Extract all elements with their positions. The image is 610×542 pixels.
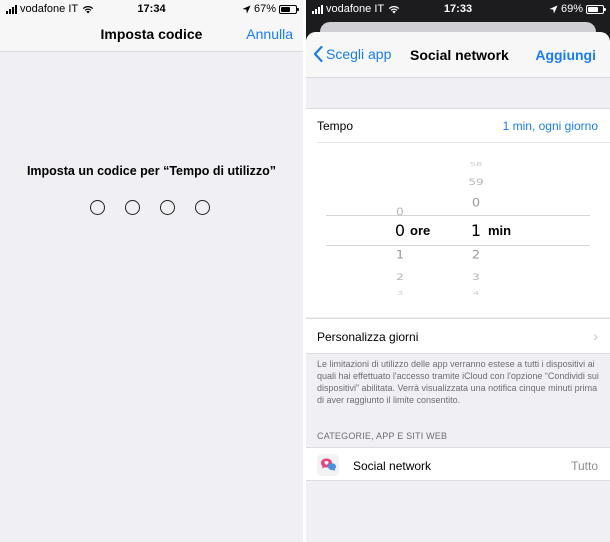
category-row[interactable]: Social network Tutto [306, 447, 610, 481]
battery-percent: 69% [560, 3, 583, 15]
passcode-dot [90, 200, 105, 215]
location-arrow-icon [549, 4, 558, 14]
carrier-label: vodafone IT [326, 3, 385, 15]
time-limit-value: 1 min, ogni giorno [502, 119, 598, 133]
custom-days-label: Personalizza giorni [317, 330, 419, 344]
row-separator [317, 142, 610, 143]
wifi-icon [82, 5, 94, 13]
battery-percent: 67% [253, 3, 276, 15]
chevron-left-icon [313, 46, 323, 62]
footnote-text: Le limitazioni di utilizzo delle app ver… [317, 359, 599, 405]
battery-fill [588, 6, 598, 12]
add-button[interactable]: Aggiungi [535, 47, 596, 63]
signal-icon [6, 4, 17, 14]
status-bar: vodafone IT 17:33 69% [306, 0, 610, 18]
picker-minute-item[interactable]: 0 [466, 197, 486, 211]
picker-hour-selected[interactable]: 0 [390, 221, 410, 240]
minutes-unit-label: min [488, 223, 512, 238]
carrier-label: vodafone IT [20, 3, 79, 15]
status-bar: vodafone IT 17:34 67% [0, 0, 303, 18]
passcode-prompt: Imposta un codice per “Tempo di utilizzo… [26, 164, 277, 178]
passcode-screen: vodafone IT 17:34 67% Imposta codice Ann… [0, 0, 303, 542]
passcode-dot [195, 200, 210, 215]
picker-hour-item[interactable]: 3 [390, 290, 410, 296]
navigation-bar: Imposta codice Annulla [0, 18, 303, 52]
signal-icon [312, 4, 323, 14]
social-network-icon [317, 454, 339, 476]
page-title: Social network [410, 47, 509, 63]
picker-minute-item[interactable]: 3 [466, 272, 486, 283]
custom-days-row[interactable]: Personalizza giorni › [306, 318, 610, 354]
picker-minute-item[interactable]: 4 [466, 290, 486, 296]
passcode-entry[interactable] [90, 200, 210, 215]
wifi-icon [388, 5, 400, 13]
navigation-bar: Scegli app Social network Aggiungi [306, 32, 610, 78]
time-limit-row[interactable]: Tempo 1 min, ogni giorno [306, 108, 610, 142]
back-button-label: Scegli app [326, 46, 392, 62]
picker-minute-item[interactable]: 58 [466, 161, 486, 167]
battery-icon [279, 4, 299, 14]
battery-icon [586, 4, 606, 14]
picker-minute-item[interactable]: 59 [466, 177, 486, 188]
hours-unit-label: ore [410, 223, 431, 238]
picker-selection-band [326, 215, 590, 246]
chevron-right-icon: › [593, 328, 598, 344]
picker-minute-item[interactable]: 2 [466, 249, 486, 263]
passcode-dot [160, 200, 175, 215]
picker-hour-item[interactable]: 0 [390, 206, 410, 218]
app-limit-screen: vodafone IT 17:33 69% Scegli app Social … [306, 0, 610, 542]
category-value: Tutto [571, 459, 598, 473]
time-limit-label: Tempo [317, 119, 354, 133]
picker-hour-item[interactable]: 2 [390, 272, 410, 283]
location-arrow-icon [242, 4, 251, 14]
time-picker[interactable]: 0 0 ore 1 2 3 58 59 0 1 min 2 3 4 [306, 142, 610, 317]
cancel-button[interactable]: Annulla [246, 26, 293, 42]
battery-fill [281, 6, 291, 12]
section-header: CATEGORIE, APP E SITI WEB [317, 431, 448, 441]
category-label: Social network [353, 459, 432, 473]
picker-minute-selected[interactable]: 1 [466, 221, 486, 240]
back-button[interactable]: Scegli app [313, 46, 391, 62]
passcode-dot [125, 200, 140, 215]
picker-hour-item[interactable]: 1 [390, 249, 410, 263]
